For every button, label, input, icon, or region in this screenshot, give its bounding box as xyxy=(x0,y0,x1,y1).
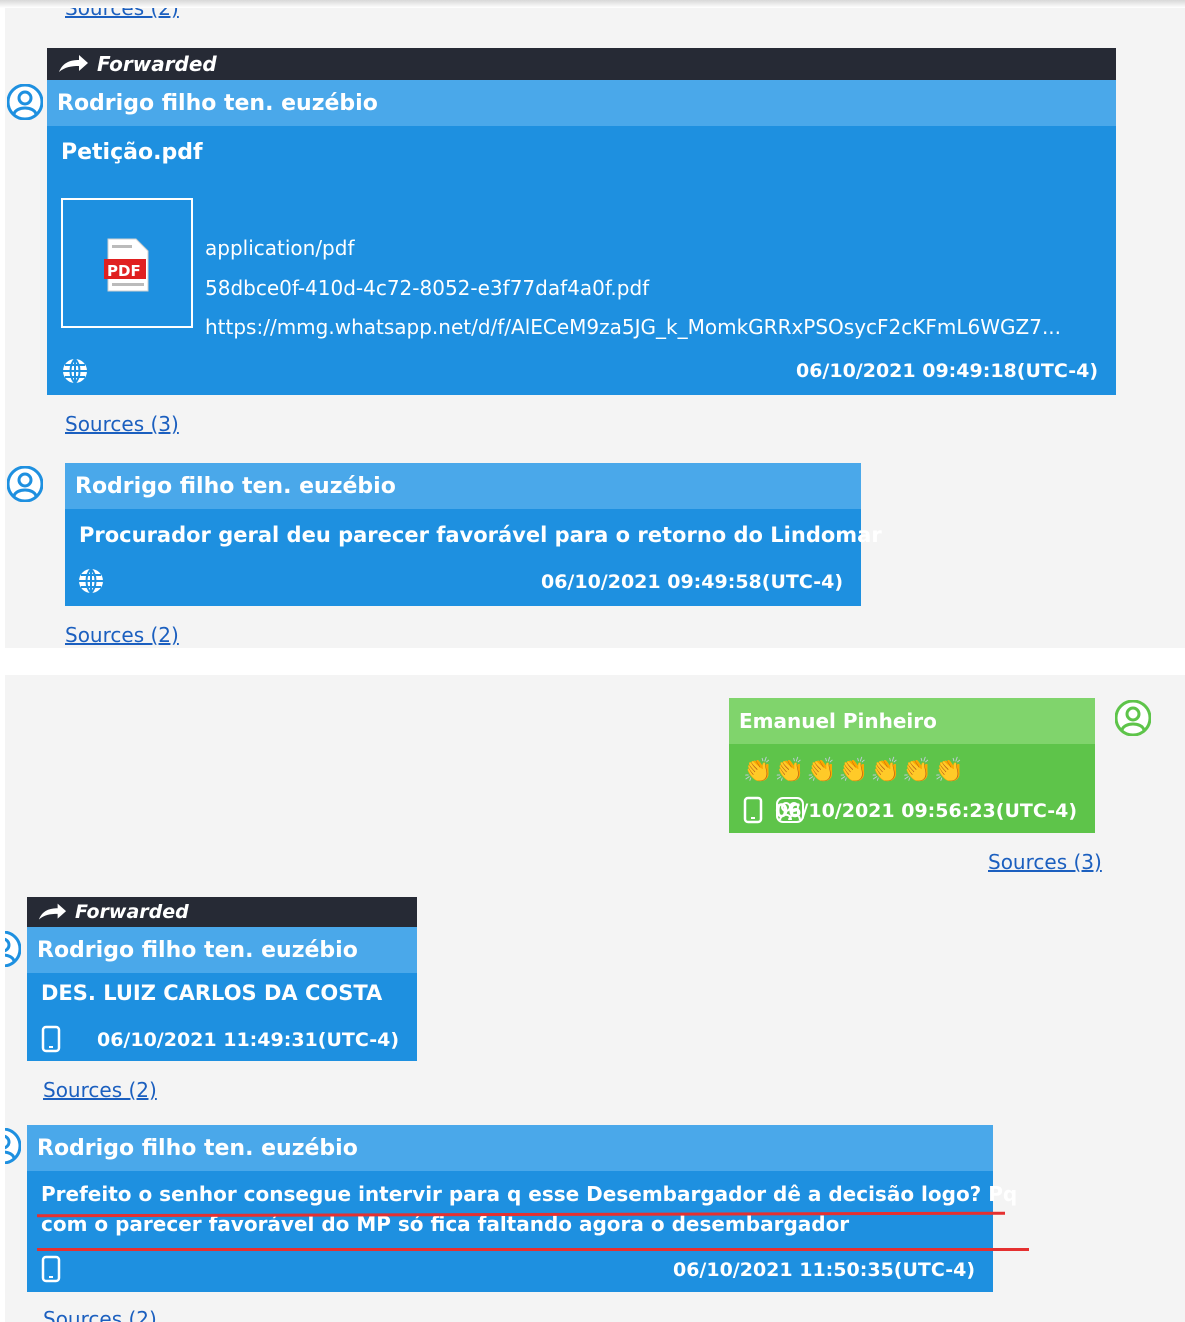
sender-name: Rodrigo filho ten. euzébio xyxy=(27,927,417,973)
sender-name: Rodrigo filho ten. euzébio xyxy=(27,1125,993,1171)
message-text: DES. LUIZ CARLOS DA COSTA xyxy=(41,981,383,1005)
phone-icon xyxy=(743,796,763,824)
forwarded-label: Forwarded xyxy=(97,52,217,76)
message-bubble-text[interactable]: Rodrigo filho ten. euzébio Prefeito o se… xyxy=(27,1125,1017,1292)
message-bubble-forwarded-file[interactable]: Forwarded Rodrigo filho ten. euzébio Pet… xyxy=(47,48,1116,395)
pdf-thumbnail[interactable]: PDF xyxy=(61,198,193,328)
forward-arrow-icon xyxy=(59,55,88,72)
sender-name: Emanuel Pinheiro xyxy=(729,698,1095,744)
phone-icon xyxy=(41,1025,61,1053)
chat-panel-bottom: Emanuel Pinheiro 👏👏👏👏👏👏👏 06/10/2021 09:5… xyxy=(5,675,1185,1322)
globe-icon xyxy=(63,358,87,384)
sources-link[interactable]: Sources (2) xyxy=(43,1307,157,1322)
phone-icon xyxy=(41,1255,61,1283)
message-bubble-forwarded-text[interactable]: Forwarded Rodrigo filho ten. euzébio DES… xyxy=(27,897,417,1061)
avatar-icon xyxy=(7,84,43,120)
sources-link[interactable]: Sources (3) xyxy=(65,412,179,436)
message-text: 👏👏👏👏👏👏👏 xyxy=(743,756,967,784)
annotation-red-line xyxy=(37,1248,1029,1251)
message-text: Procurador geral deu parecer favorável p… xyxy=(79,523,882,547)
message-bubble-text[interactable]: Rodrigo filho ten. euzébio Procurador ge… xyxy=(65,463,882,606)
avatar-icon xyxy=(5,1128,21,1164)
avatar-icon xyxy=(1115,700,1151,736)
forwarded-label: Forwarded xyxy=(75,901,189,923)
timestamp: 06/10/2021 09:56:23(UTC-4) xyxy=(774,800,1077,822)
mime-type: application/pdf xyxy=(205,236,355,260)
file-url[interactable]: https://mmg.whatsapp.net/d/f/AlECeM9za5J… xyxy=(205,315,1061,339)
avatar-icon xyxy=(5,931,21,967)
timestamp: 06/10/2021 11:50:35(UTC-4) xyxy=(672,1259,975,1281)
forward-arrow-icon xyxy=(38,903,67,920)
file-name: Petição.pdf xyxy=(61,140,203,165)
timestamp: 06/10/2021 11:49:31(UTC-4) xyxy=(96,1029,399,1051)
message-text-line-1: Prefeito o senhor consegue intervir para… xyxy=(41,1182,1018,1206)
message-bubble-outgoing[interactable]: Emanuel Pinheiro 👏👏👏👏👏👏👏 06/10/2021 09:5… xyxy=(729,698,1095,833)
top-shadow xyxy=(0,0,1185,8)
sources-link[interactable]: Sources (3) xyxy=(988,850,1102,874)
pdf-badge: PDF xyxy=(107,262,141,280)
sources-link[interactable]: Sources (2) xyxy=(43,1078,157,1102)
avatar-icon xyxy=(7,466,43,502)
forwarded-header: Forwarded xyxy=(27,897,417,927)
timestamp: 06/10/2021 09:49:58(UTC-4) xyxy=(540,571,843,593)
file-id: 58dbce0f-410d-4c72-8052-e3f77daf4a0f.pdf xyxy=(205,276,650,300)
sender-name: Rodrigo filho ten. euzébio xyxy=(65,463,861,509)
chat-panel-top: Sources (2) Forwarded Rodrigo filho ten.… xyxy=(5,8,1185,648)
sender-name: Rodrigo filho ten. euzébio xyxy=(47,80,1116,126)
forwarded-header: Forwarded xyxy=(47,48,1116,80)
globe-icon xyxy=(79,568,103,594)
sources-link[interactable]: Sources (2) xyxy=(65,623,179,647)
timestamp: 06/10/2021 09:49:18(UTC-4) xyxy=(795,360,1098,382)
sources-link-partial[interactable]: Sources (2) xyxy=(65,8,179,20)
